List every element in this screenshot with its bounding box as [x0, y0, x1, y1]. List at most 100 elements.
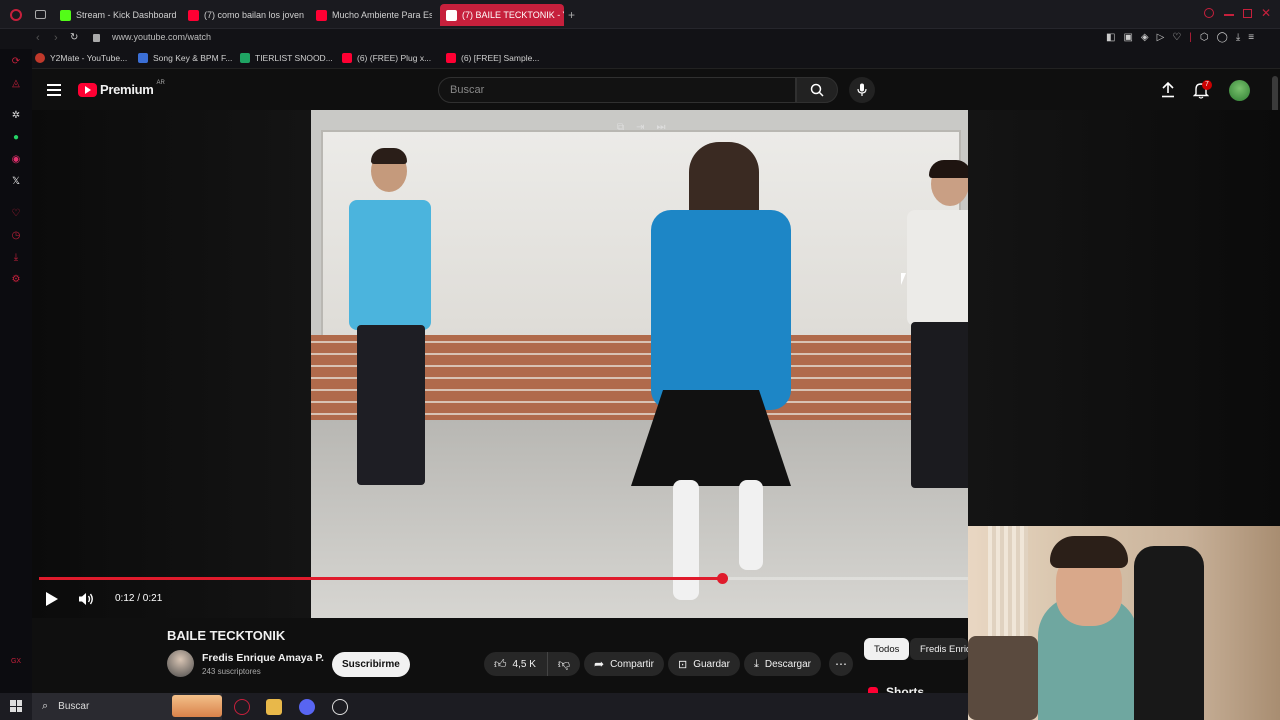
bookmark-tierlist[interactable]: TIERLIST SNOOD... [240, 53, 333, 63]
pinboard-icon[interactable]: ◬ [10, 77, 22, 89]
url-field[interactable]: www.youtube.com/watch [112, 32, 211, 42]
extensions-icon[interactable]: ⬡ [1200, 32, 1209, 43]
tab-kick-dashboard[interactable]: Stream - Kick Dashboard [60, 4, 180, 26]
whatsapp-icon[interactable]: ● [10, 131, 22, 143]
download-button[interactable]: ⤓ Descargar [744, 652, 822, 676]
chatgpt-icon[interactable]: ✲ [10, 109, 22, 121]
person-left-shirt [349, 200, 431, 330]
youtube-premium-logo[interactable]: Premium AR [78, 80, 165, 97]
voice-search-button[interactable] [849, 77, 875, 103]
obs-icon[interactable] [332, 699, 348, 715]
bookmark-label: Song Key & BPM F... [153, 53, 233, 63]
hamburger-menu-icon[interactable] [47, 84, 61, 96]
notifications-button[interactable]: 7 [1193, 80, 1212, 99]
tab-youtube-2[interactable]: Mucho Ambiente Para Es [316, 4, 432, 26]
file-explorer-icon[interactable] [266, 699, 282, 715]
ambient-left [32, 110, 311, 618]
person-center-leg [739, 480, 763, 570]
opera-logo-icon[interactable] [10, 9, 22, 21]
reload-icon[interactable]: ↻ [70, 32, 78, 43]
opera-gx-taskbar-icon[interactable] [234, 699, 250, 715]
history-icon[interactable]: ◷ [10, 229, 22, 241]
logo-text: Premium [100, 82, 154, 97]
more-icon: ⋯ [835, 657, 847, 671]
search-highlight-image [172, 695, 222, 717]
browser-sidebar: ⟳ ◬ ✲ ● ◉ 𝕏 ♡ ◷ ⤓ ⚙ GX [0, 49, 32, 693]
share-label: Compartir [610, 658, 654, 670]
browser-tab-bar: Stream - Kick Dashboard (7) como bailan … [0, 0, 1280, 29]
share-button[interactable]: ➦ Compartir [584, 652, 664, 676]
skip-icon[interactable]: ⏭ [657, 122, 666, 133]
snapshot-icon[interactable]: ▣ [1123, 32, 1132, 43]
exit-icon[interactable]: ⇥ [636, 122, 644, 133]
person-center-jacket [651, 210, 791, 410]
maximize-icon[interactable] [1243, 9, 1252, 18]
heart-icon[interactable]: ♡ [10, 207, 22, 219]
chip-channel[interactable]: Fredis Enriq [910, 638, 968, 660]
save-button[interactable]: ⊡ Guardar [668, 652, 740, 676]
thumbs-up-icon: 👍︎ [494, 656, 507, 671]
x-icon[interactable]: 𝕏 [10, 175, 22, 187]
bookmark-icon[interactable]: ◧ [1106, 32, 1115, 43]
bookmark-sample[interactable]: (6) [FREE] Sample... [446, 53, 539, 63]
upload-button[interactable] [1161, 82, 1175, 98]
like-button[interactable]: 👍︎ 4,5 K [484, 652, 548, 676]
dislike-button[interactable]: 👎︎ [548, 652, 580, 676]
search-input[interactable]: Buscar [438, 77, 796, 103]
settings-icon[interactable]: ⚙ [10, 273, 22, 285]
tab-youtube-1[interactable]: (7) como bailan los jovene [188, 4, 304, 26]
bookmark-icon: ⊡ [678, 658, 688, 671]
gx-icon[interactable]: GX [10, 655, 22, 667]
microphone-icon [857, 83, 867, 96]
progress-bar[interactable] [39, 573, 968, 584]
minimize-icon[interactable] [1224, 14, 1234, 16]
player-icon[interactable]: ▷ [1157, 32, 1165, 43]
search-button[interactable] [796, 77, 838, 103]
more-actions-button[interactable]: ⋯ [829, 652, 853, 676]
webcam-overlay [968, 526, 1280, 720]
video-title: BAILE TECKTONIK [167, 628, 286, 643]
subscribe-button[interactable]: Suscribirme [332, 652, 410, 677]
video-player[interactable]: ⧉ ⇥ ⏭ [32, 110, 968, 618]
bookmark-y2mate[interactable]: Y2Mate - YouTube... [35, 53, 127, 63]
download-icon[interactable]: ⤓ [1236, 32, 1240, 43]
vpn-icon[interactable]: ◈ [1141, 32, 1149, 43]
search-tabs-icon[interactable] [1204, 8, 1214, 18]
new-tab-button[interactable]: + [568, 8, 575, 22]
chip-all[interactable]: Todos [864, 638, 910, 660]
back-icon[interactable]: ‹ [36, 32, 40, 44]
search-icon [810, 83, 824, 97]
person-center-leg [673, 480, 699, 600]
discord-icon[interactable] [299, 699, 315, 715]
channel-avatar[interactable] [167, 650, 194, 677]
aria-icon[interactable]: ⟳ [10, 55, 22, 67]
forward-icon[interactable]: › [54, 32, 58, 44]
tab-overview-icon[interactable] [35, 10, 46, 19]
menu-icon[interactable]: ≡ [1248, 32, 1254, 43]
subscriber-count: 243 suscriptores [202, 667, 261, 676]
channel-name[interactable]: Fredis Enrique Amaya P. [202, 652, 324, 664]
song-key-icon [138, 53, 148, 63]
miniplayer-icon[interactable]: ⧉ [617, 122, 624, 133]
save-label: Guardar [693, 658, 730, 670]
avatar[interactable] [1229, 80, 1250, 101]
volume-button[interactable] [78, 592, 95, 606]
bookmark-songkey[interactable]: Song Key & BPM F... [138, 53, 232, 63]
close-icon[interactable]: ✕ [1261, 6, 1271, 20]
volume-icon [79, 593, 93, 605]
youtube-icon [446, 9, 457, 21]
download-icon[interactable]: ⤓ [10, 251, 22, 263]
tab-youtube-active[interactable]: (7) BAILE TECKTONIK - Yo [440, 4, 564, 26]
heart-icon[interactable]: ♡ [1172, 32, 1181, 43]
divider: | [1189, 32, 1192, 43]
mouse-cursor-icon [901, 273, 906, 285]
bookmark-plug[interactable]: (6) (FREE) Plug x... [342, 53, 431, 63]
tab-label: Stream - Kick Dashboard [76, 10, 177, 20]
tab-label: (7) BAILE TECKTONIK - Yo [462, 10, 564, 20]
windows-start-icon[interactable] [10, 700, 22, 712]
ambient-glow [968, 110, 1280, 526]
progress-scrubber[interactable] [716, 573, 728, 584]
profile-icon[interactable]: ◯ [1217, 32, 1228, 43]
instagram-icon[interactable]: ◉ [10, 153, 22, 165]
play-button[interactable] [45, 591, 59, 607]
